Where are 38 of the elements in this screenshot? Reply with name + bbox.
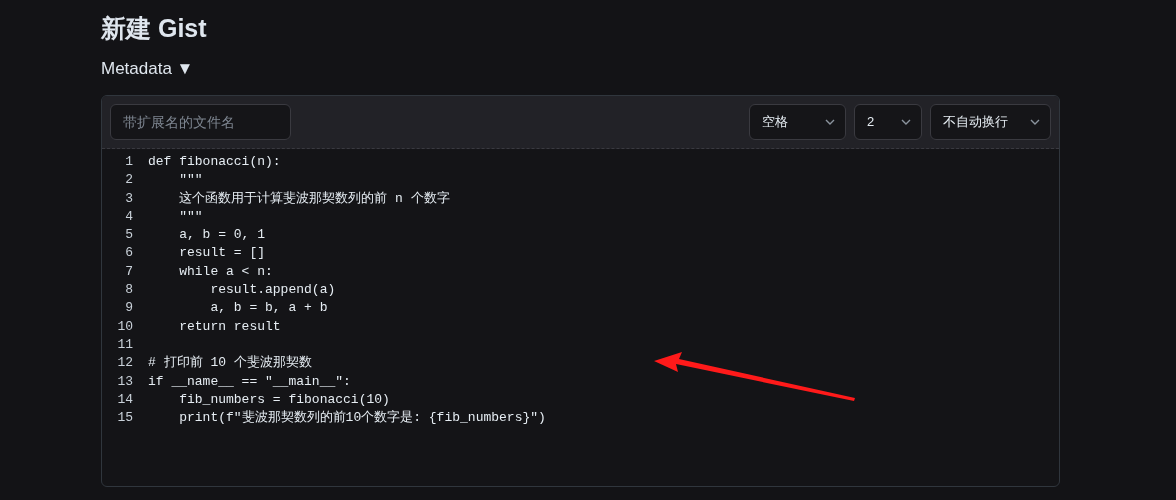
page-title: 新建 Gist <box>101 13 207 44</box>
line-number: 3 <box>124 189 133 208</box>
code-line: result.append(a) <box>209 281 336 300</box>
line-number: 10 <box>116 317 133 336</box>
code-line: def fibonacci(n): <box>148 153 281 171</box>
line-number: 2 <box>124 171 133 190</box>
chevron-down-icon <box>825 119 835 125</box>
line-number: 7 <box>124 262 133 281</box>
code-line: print(f"斐波那契数列的前10个数字是: {fib_numbers}") <box>178 409 546 428</box>
line-number: 11 <box>116 335 133 354</box>
line-number: 1 <box>124 153 133 171</box>
dropdown-select[interactable]: 不自动换行 <box>930 104 1051 140</box>
filename-field[interactable]: 带扩展名的文件名 <box>110 104 291 140</box>
line-number: 9 <box>124 299 133 318</box>
chevron-down-icon <box>1030 119 1040 125</box>
code-line: result = [] <box>178 244 266 263</box>
code-line: a, b = 0, 1 <box>178 226 266 245</box>
line-number: 6 <box>124 244 133 263</box>
chevron-down-icon <box>901 119 911 125</box>
line-number: 5 <box>124 226 133 245</box>
code-line: # 打印前 10 个斐波那契数 <box>148 354 312 373</box>
dropdown-select[interactable]: 空格 <box>749 104 846 140</box>
line-number: 14 <box>116 390 133 409</box>
code-line: while a < n: <box>178 262 273 281</box>
code-line: """ <box>178 207 203 226</box>
line-number: 15 <box>116 409 133 428</box>
code-line: if __name__ == "__main__": <box>148 372 351 391</box>
code-line: """ <box>178 171 203 190</box>
line-number: 4 <box>124 207 133 226</box>
line-number: 8 <box>124 281 133 300</box>
line-number: 12 <box>116 354 133 373</box>
code-line: a, b = b, a + b <box>209 299 328 318</box>
metadata-toggle[interactable]: Metadata ▼ <box>101 58 194 80</box>
code-line: 这个函数用于计算斐波那契数列的前 n 个数字 <box>178 189 450 208</box>
dropdown-select[interactable]: 2 <box>854 104 922 140</box>
code-line: return result <box>178 317 281 336</box>
line-number: 13 <box>116 372 133 391</box>
code-line: fib_numbers = fibonacci(10) <box>178 390 390 409</box>
